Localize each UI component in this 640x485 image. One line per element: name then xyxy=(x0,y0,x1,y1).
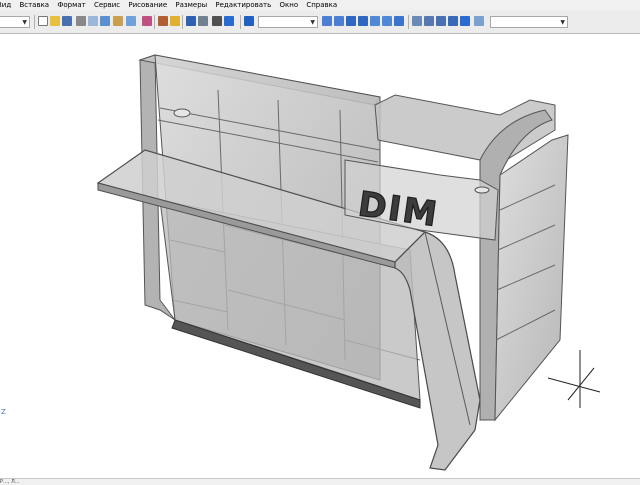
drawing-viewport[interactable]: DIM Z xyxy=(0,34,640,478)
layer-combo[interactable]: ▼ xyxy=(0,16,30,28)
match-icon[interactable] xyxy=(142,16,152,26)
style-combo[interactable]: ▼ xyxy=(258,16,318,28)
render-icon[interactable] xyxy=(460,16,470,26)
shade-hidden-icon[interactable] xyxy=(424,16,434,26)
menu-modify[interactable]: Редактировать xyxy=(215,1,271,9)
view-left-icon[interactable] xyxy=(346,16,356,26)
view-combo[interactable]: ▼ xyxy=(490,16,568,28)
menu-window[interactable]: Окно xyxy=(280,1,299,9)
zoom-icon[interactable] xyxy=(224,16,234,26)
menu-format[interactable]: Формат xyxy=(57,1,85,9)
materials-icon[interactable] xyxy=(474,16,484,26)
undo-icon[interactable] xyxy=(186,16,196,26)
menu-bar: Вид Вставка Формат Сервис Рисование Разм… xyxy=(0,0,640,11)
view-bottom-icon[interactable] xyxy=(334,16,344,26)
copy-icon[interactable] xyxy=(88,16,98,26)
cable-hole xyxy=(173,108,191,118)
view-front-icon[interactable] xyxy=(370,16,380,26)
save-icon[interactable] xyxy=(62,16,72,26)
toolbar-separator xyxy=(182,15,183,29)
redo-icon[interactable] xyxy=(198,16,208,26)
paste-special-icon[interactable] xyxy=(126,16,136,26)
menu-help[interactable]: Справка xyxy=(306,1,337,9)
new-icon[interactable] xyxy=(38,16,48,26)
menu-view[interactable]: Вид xyxy=(0,1,11,9)
right-side-panel xyxy=(494,134,569,422)
menu-insert[interactable]: Вставка xyxy=(19,1,49,9)
shade-wire-icon[interactable] xyxy=(412,16,422,26)
view-back-icon[interactable] xyxy=(382,16,392,26)
cable-hole xyxy=(474,186,490,194)
view-top-icon[interactable] xyxy=(322,16,332,26)
chevron-down-icon: ▼ xyxy=(22,19,27,26)
ucs-z-label: Z xyxy=(1,408,6,416)
toolbar-separator xyxy=(34,15,35,29)
print-icon[interactable] xyxy=(76,16,86,26)
shade-flat-icon[interactable] xyxy=(436,16,446,26)
pan-icon[interactable] xyxy=(212,16,222,26)
toolbar: ▼ ▼ ▼ xyxy=(0,11,640,34)
model-3d: DIM xyxy=(96,54,601,471)
toolbar-separator xyxy=(240,15,241,29)
brush-icon[interactable] xyxy=(170,16,180,26)
ucs-axis-icon xyxy=(547,350,601,408)
cut-icon[interactable] xyxy=(100,16,110,26)
open-icon[interactable] xyxy=(50,16,60,26)
menu-dimensions[interactable]: Размеры xyxy=(175,1,207,9)
view-iso-icon[interactable] xyxy=(394,16,404,26)
chevron-down-icon: ▼ xyxy=(560,19,565,26)
chevron-down-icon: ▼ xyxy=(310,19,315,26)
status-text: Р..., Л... xyxy=(0,479,20,485)
help-icon[interactable] xyxy=(244,16,254,26)
menu-draw[interactable]: Рисование xyxy=(128,1,167,9)
paste-icon[interactable] xyxy=(113,16,123,26)
view-right-icon[interactable] xyxy=(358,16,368,26)
shade-gouraud-icon[interactable] xyxy=(448,16,458,26)
pencil-icon[interactable] xyxy=(158,16,168,26)
menu-tools[interactable]: Сервис xyxy=(94,1,120,9)
toolbar-separator xyxy=(408,15,409,29)
toolbar-separator xyxy=(154,15,155,29)
